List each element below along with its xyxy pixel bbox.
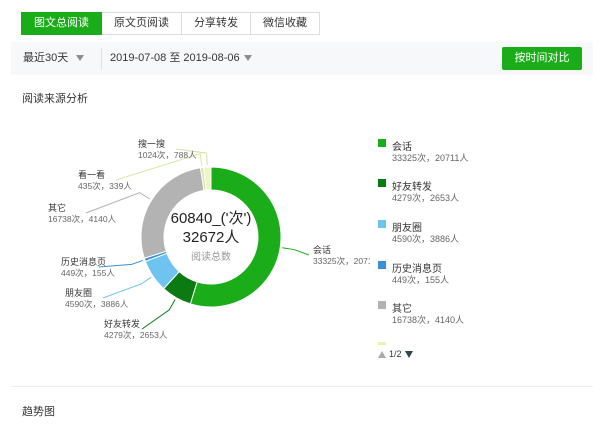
date-range-picker[interactable]: 2019-07-08 至 2019-08-06	[110, 42, 252, 75]
tab-original-page-reads[interactable]: 原文页阅读	[102, 12, 182, 35]
legend-swatch	[378, 220, 386, 228]
slice-label-name: 看一看	[78, 169, 105, 180]
section-title-read-source: 阅读来源分析	[22, 93, 88, 105]
slice-label-value: 16738次，4140人	[48, 214, 117, 224]
leader-line	[282, 247, 310, 256]
leader-line	[141, 299, 176, 330]
legend-swatch-partial	[378, 342, 386, 345]
pager-label: 1/2	[389, 349, 402, 359]
slice-label-value: 4279次，2653人	[104, 330, 168, 340]
compare-by-time-button[interactable]: 按时间对比	[502, 47, 582, 70]
slice-label-name: 历史消息页	[61, 256, 106, 267]
slice-label-name: 搜一搜	[138, 138, 165, 149]
slice-label-value: 449次，155人	[61, 268, 115, 278]
center-caption: 阅读总数	[191, 250, 231, 263]
date-range-label: 2019-07-08 至 2019-08-06	[110, 52, 240, 64]
filter-bar: 最近30天 2019-07-08 至 2019-08-06 按时间对比	[11, 42, 593, 75]
tab-total-reads[interactable]: 图文总阅读	[21, 12, 102, 35]
slice-label-value: 33325次，20711人	[313, 256, 370, 266]
center-total-times: 60840_('次')	[171, 210, 252, 227]
section-title-trend: 趋势图	[22, 406, 55, 418]
legend-value: 4590次，3886人	[392, 234, 460, 244]
slice-label-name: 会话	[313, 244, 331, 255]
legend-swatch	[378, 301, 386, 309]
caret-down-icon	[243, 55, 252, 62]
tab-share-forward[interactable]: 分享转发	[182, 12, 251, 35]
tab-wechat-favorites[interactable]: 微信收藏	[251, 12, 320, 35]
caret-down-icon	[76, 55, 85, 62]
divider	[101, 48, 102, 69]
slice-label-name: 朋友圈	[65, 287, 92, 298]
legend-value: 4279次，2653人	[392, 193, 460, 203]
page-down-icon[interactable]	[404, 350, 413, 358]
center-total-people: 32672人	[183, 229, 240, 246]
section-divider	[11, 386, 593, 387]
leader-line	[85, 192, 151, 214]
slice-label-value: 435次，339人	[78, 181, 132, 191]
donut-svg: 60840_('次') 32672人 阅读总数 会话33325次，20711人好…	[48, 138, 386, 340]
page-up-icon[interactable]	[378, 350, 386, 358]
content-tabs: 图文总阅读 原文页阅读 分享转发 微信收藏	[21, 12, 320, 35]
legend-swatch	[378, 139, 386, 147]
legend-swatch	[378, 179, 386, 187]
period-select[interactable]: 最近30天	[23, 42, 85, 75]
slice-label-value: 4590次，3886人	[65, 299, 129, 309]
legend-value: 16738次，4140人	[392, 315, 465, 325]
read-source-donut-chart: 60840_('次') 32672人 阅读总数 会话33325次，20711人好…	[0, 105, 386, 370]
slice-label-name: 好友转发	[104, 318, 140, 329]
slice-label-name: 其它	[48, 202, 66, 213]
period-label: 最近30天	[23, 52, 69, 64]
slice-label-value: 1024次，788人	[138, 150, 197, 160]
legend-value: 449次，155人	[392, 275, 450, 285]
legend-swatch	[378, 261, 386, 269]
legend-value: 33325次，20711人	[392, 153, 469, 163]
leader-line	[102, 276, 152, 299]
legend-pager: 1/2	[378, 348, 413, 360]
